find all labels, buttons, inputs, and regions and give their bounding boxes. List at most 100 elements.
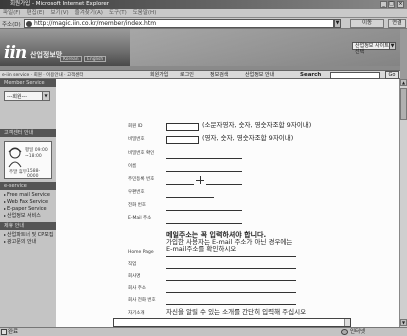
zipcode-input[interactable] (166, 197, 214, 198)
menu-favorites[interactable]: 즐겨찾기(A) (72, 9, 106, 18)
label-phone: 전화 번호 (128, 203, 146, 208)
intro-note: 자신을 알릴 수 있는 소개를 간단히 입력해 주십시오 (166, 308, 307, 316)
site-select-arrow[interactable]: ▼ (389, 42, 396, 50)
label-work-address: 회사 주소 (128, 286, 146, 291)
label-intro: 자기소개 (128, 311, 145, 316)
email-input[interactable] (166, 223, 242, 224)
member-select-value: ---회원--- (7, 94, 28, 100)
name-input[interactable] (166, 171, 242, 172)
menu-file[interactable]: 파일(F) (0, 9, 24, 18)
cs-hours-line3: 주말 휴무 (9, 170, 27, 175)
main-content (56, 79, 399, 327)
text-cursor (200, 176, 201, 184)
sidebar-link-ad[interactable]: 광고문의 안내 (4, 239, 36, 245)
scroll-thumb[interactable] (400, 88, 407, 120)
status-text: 완료 (8, 329, 19, 335)
cs-hours-line2: ~18:00 (25, 154, 42, 159)
window-title-bar: 회원가입 - Microsoft Internet Explorer _ □ × (0, 0, 407, 9)
cs-phone: 1588-0000 (27, 169, 41, 179)
go-button[interactable]: 이동 (350, 19, 384, 28)
label-user-id: 회원 ID (128, 124, 143, 129)
phone-input[interactable] (166, 210, 242, 211)
sidebar-head-eservice: e-service (0, 182, 56, 190)
menu-edit[interactable]: 편집(E) (24, 9, 48, 18)
close-button[interactable]: × (397, 1, 404, 8)
homepage-input[interactable] (166, 256, 296, 257)
cs-hours-line1: 평일 09:00 (25, 148, 48, 153)
korean-button[interactable]: Korean (60, 56, 82, 62)
scroll-up-arrow[interactable]: ▲ (400, 79, 407, 86)
member-select[interactable]: ---회원--- ▼ (4, 91, 50, 101)
address-label: 주소(D) (2, 22, 21, 28)
menu-tools[interactable]: 도구(T) (106, 9, 130, 18)
nav-breadcrumb: e-iin service · 회원 · 이용안내 · 고객센터 (2, 73, 84, 78)
intro-textarea[interactable] (113, 318, 351, 327)
sidebar-head-member: Member Service (0, 79, 56, 87)
tab-login[interactable]: 로그인 (180, 72, 194, 79)
label-job: 직업 (128, 262, 137, 267)
links-button[interactable]: 연결 (388, 19, 406, 28)
work-phone-input[interactable] (166, 304, 296, 305)
internet-zone-icon (341, 329, 348, 335)
menu-view[interactable]: 보기(V) (47, 9, 71, 18)
label-company: 회사명 (128, 274, 141, 279)
site-select-dropdown[interactable]: 산업정보 사이트선택 (352, 42, 390, 55)
tab-signup[interactable]: 회원가입 (150, 72, 168, 79)
status-bar: 완료 인터넷 (0, 327, 407, 336)
ie-page-icon (26, 21, 32, 27)
menu-bar: 파일(F) 편집(E) 보기(V) 즐겨찾기(A) 도구(T) 도움말(H) (0, 9, 407, 18)
label-zipcode: 우편번호 (128, 190, 145, 195)
search-input[interactable] (330, 72, 380, 79)
window-title: 회원가입 - Microsoft Internet Explorer (10, 1, 109, 7)
ssn-second-input[interactable] (206, 184, 242, 185)
password-input[interactable] (166, 136, 199, 144)
sidebar-head-cs: 고객센터 안내 (0, 129, 56, 137)
label-password: 비밀번호 (128, 137, 145, 142)
tab-industry-info[interactable]: 산업정보 안내 (245, 72, 274, 79)
label-name: 이름 (128, 164, 137, 169)
work-address-input[interactable] (166, 292, 296, 293)
sidebar-link-e-paper[interactable]: E-paper Service (4, 206, 47, 212)
sidebar-link-free-mail[interactable]: Free mail Service (4, 192, 50, 198)
job-input[interactable] (166, 268, 296, 269)
site-logo[interactable]: iin (4, 43, 27, 63)
sidebar-head-partner: 제휴 안내 (0, 222, 56, 230)
site-banner: iin 산업정보망 Korean English 산업정보 사이트선택 ▼ e-… (0, 29, 400, 79)
password-confirm-input[interactable] (166, 158, 242, 159)
user-id-input[interactable] (166, 123, 199, 131)
address-input[interactable]: http://magic.iin.co.kr/member/index.htm (24, 19, 334, 28)
address-dropdown-arrow[interactable]: ▼ (334, 19, 341, 28)
sidebar-link-partner[interactable]: 산업파트너 및 CP모집 (4, 232, 54, 238)
page-done-icon (1, 329, 7, 335)
scroll-down-arrow[interactable]: ▼ (400, 319, 407, 326)
label-homepage: Home Page (128, 250, 154, 255)
page-scrollbar[interactable]: ▲ ▼ (399, 79, 407, 327)
email-note-3: E-mail주소를 확인하시오 (166, 245, 237, 253)
ssn-first-input[interactable] (166, 184, 194, 185)
label-email: E-Mail 주소 (128, 216, 152, 221)
english-button[interactable]: English (84, 56, 107, 62)
nav-strip: e-iin service · 회원 · 이용안내 · 고객센터 회원가입 로그… (0, 70, 400, 79)
label-ssn: 주민등록 번호 (128, 177, 155, 182)
label-work-phone: 회사 전화 번호 (128, 298, 156, 303)
maximize-button[interactable]: □ (388, 1, 395, 8)
user-id-hint: (소문자영자, 숫자, 영숫자조합 9자이내) (202, 121, 312, 129)
minimize-button[interactable]: _ (380, 1, 387, 8)
tab-search-info[interactable]: 정보검색 (210, 72, 228, 79)
status-zone: 인터넷 (350, 329, 366, 335)
textarea-scrollbar[interactable] (344, 319, 350, 326)
search-label: Search (300, 72, 322, 78)
password-hint: (영자, 숫자, 영숫자조합 9자이내) (202, 134, 294, 142)
menu-help[interactable]: 도움말(H) (130, 9, 160, 18)
company-input[interactable] (166, 280, 296, 281)
site-logo-text: 산업정보망 (30, 51, 63, 59)
address-url: http://magic.iin.co.kr/member/index.htm (34, 20, 157, 27)
address-bar: 주소(D) http://magic.iin.co.kr/member/inde… (0, 18, 407, 29)
operator-icon (8, 147, 22, 168)
search-go-button[interactable]: Go (385, 71, 399, 79)
sidebar-link-industry[interactable]: 산업정보 서비스 (4, 213, 41, 219)
sidebar: Member Service ---회원--- ▼ 고객센터 안내 평일 09:… (0, 79, 56, 327)
sidebar-link-web-fax[interactable]: Web Fax Service (4, 199, 48, 205)
customer-service-box: 평일 09:00 ~18:00 주말 휴무 1588-0000 (4, 141, 52, 179)
chevron-down-icon: ▼ (42, 92, 49, 100)
